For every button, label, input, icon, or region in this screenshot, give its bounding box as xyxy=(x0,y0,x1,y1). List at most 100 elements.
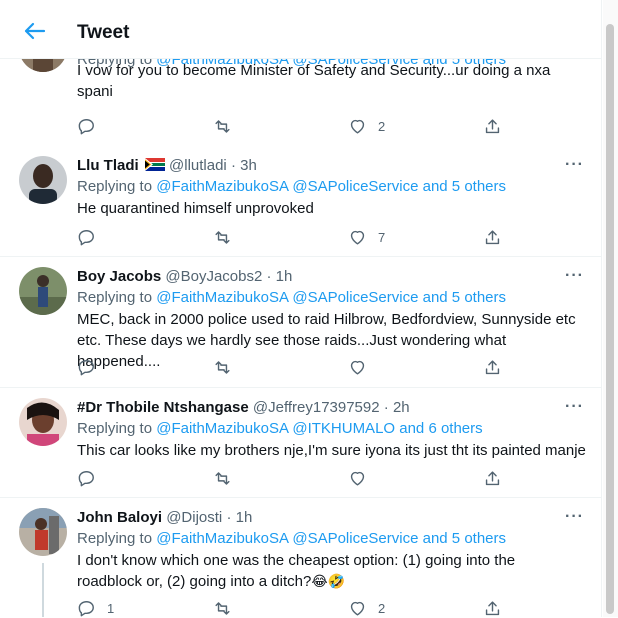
tweet-header: John Baloyi @Dijosti · 1h xyxy=(77,509,252,527)
like-button[interactable] xyxy=(348,357,367,377)
retweet-icon xyxy=(215,601,230,615)
retweet-icon xyxy=(215,360,230,374)
retweet-button[interactable] xyxy=(213,357,232,377)
author-name[interactable]: John Baloyi xyxy=(77,509,162,526)
share-icon xyxy=(485,470,500,485)
tweet-actions: 2 xyxy=(77,116,507,136)
more-options-icon[interactable]: ··· xyxy=(565,156,584,174)
tweet-actions: 7 xyxy=(77,227,507,247)
reply-mentions-link[interactable]: @FaithMazibukoSA @ITKHUMALO and 6 others xyxy=(156,420,482,437)
reply-button[interactable] xyxy=(77,357,96,377)
tweet-item[interactable]: Boy Jacobs @BoyJacobs2 · 1h ··· Replying… xyxy=(0,257,601,388)
tweet-item[interactable]: John Baloyi @Dijosti · 1h ··· Replying t… xyxy=(0,498,601,617)
tweet-text-body: I don't know which one was the cheapest … xyxy=(77,552,516,590)
reply-button[interactable] xyxy=(77,468,96,488)
reply-mentions-link[interactable]: @FaithMazibukoSA @SAPoliceService and 5 … xyxy=(156,289,506,306)
retweet-button[interactable] xyxy=(213,227,232,247)
author-handle[interactable]: @Jeffrey17397592 xyxy=(253,399,380,416)
tweet-text: He quarantined himself unprovoked xyxy=(77,200,314,217)
share-button[interactable] xyxy=(483,598,502,618)
replying-to-label: Replying to xyxy=(77,178,153,195)
like-count: 2 xyxy=(378,118,386,134)
author-name[interactable]: #Dr Thobile Ntshangase xyxy=(77,399,249,416)
reply-button[interactable] xyxy=(77,227,96,247)
tweet-time[interactable]: 1h xyxy=(276,268,293,285)
replying-to-label: Replying to xyxy=(77,420,153,437)
share-button[interactable] xyxy=(483,357,502,377)
heart-icon xyxy=(350,119,365,134)
like-button[interactable]: 2 xyxy=(348,116,385,136)
tweet-actions xyxy=(77,357,507,377)
author-name[interactable]: Llu Tladi xyxy=(77,157,139,174)
avatar[interactable] xyxy=(19,508,67,556)
avatar[interactable] xyxy=(19,267,67,315)
retweet-button[interactable] xyxy=(213,598,232,618)
tweet-actions xyxy=(77,468,507,488)
tweet-actions: 1 2 xyxy=(77,598,507,618)
tweet-text: I vow for you to become Minister of Safe… xyxy=(77,62,551,100)
separator-dot: · xyxy=(230,157,236,174)
reply-icon xyxy=(78,229,94,245)
scrollbar-thumb[interactable] xyxy=(606,24,614,614)
separator-dot: · xyxy=(383,399,389,416)
back-arrow-icon[interactable] xyxy=(22,21,46,41)
replying-to-label: Replying to xyxy=(77,289,153,306)
header-bar: Tweet xyxy=(0,0,601,59)
more-options-icon[interactable]: ··· xyxy=(565,508,584,526)
tweet-time[interactable]: 3h xyxy=(240,157,257,174)
tweet-time[interactable]: 1h xyxy=(236,509,253,526)
like-button[interactable]: 2 xyxy=(348,598,385,618)
reply-icon xyxy=(78,600,94,616)
separator-dot: · xyxy=(226,509,232,526)
more-options-icon[interactable]: ··· xyxy=(565,267,584,285)
thread-connector-line xyxy=(42,563,44,617)
tweet-header: Boy Jacobs @BoyJacobs2 · 1h xyxy=(77,268,292,286)
south-africa-flag-icon xyxy=(144,158,165,171)
share-icon xyxy=(485,359,500,374)
separator-dot: · xyxy=(266,268,272,285)
retweet-button[interactable] xyxy=(213,468,232,488)
tweet-time[interactable]: 2h xyxy=(393,399,410,416)
author-name[interactable]: Boy Jacobs xyxy=(77,268,161,285)
share-button[interactable] xyxy=(483,227,502,247)
share-icon xyxy=(485,600,500,615)
column-divider xyxy=(601,0,602,617)
laughing-emoji-icon: 😂🤣 xyxy=(311,574,346,590)
heart-icon xyxy=(350,360,365,375)
author-handle[interactable]: @llutladi xyxy=(169,157,227,174)
tweet-item[interactable]: Llu Tladi @llutladi · 3h ··· Replying to… xyxy=(0,146,601,257)
tweet-header: Llu Tladi @llutladi · 3h xyxy=(77,157,257,175)
heart-icon xyxy=(350,471,365,486)
reply-icon xyxy=(78,470,94,486)
share-button[interactable] xyxy=(483,468,502,488)
share-icon xyxy=(485,229,500,244)
reply-button[interactable]: 1 xyxy=(77,598,114,618)
heart-icon xyxy=(350,230,365,245)
avatar[interactable] xyxy=(19,156,67,204)
replying-to: Replying to @FaithMazibukoSA @SAPoliceSe… xyxy=(77,289,506,307)
reply-icon xyxy=(78,118,94,134)
replying-to-label: Replying to xyxy=(77,530,153,547)
retweet-icon xyxy=(215,119,230,133)
like-button[interactable] xyxy=(348,468,367,488)
replying-to: Replying to @FaithMazibukoSA @ITKHUMALO … xyxy=(77,420,483,438)
tweet-text: This car looks like my brothers nje,I'm … xyxy=(77,442,586,459)
replying-to: Replying to @FaithMazibukoSA @SAPoliceSe… xyxy=(77,530,506,548)
reply-button[interactable] xyxy=(77,116,96,136)
like-count: 2 xyxy=(378,600,386,616)
author-handle[interactable]: @BoyJacobs2 xyxy=(165,268,262,285)
tweet-item[interactable]: #Dr Thobile Ntshangase @Jeffrey17397592 … xyxy=(0,388,601,498)
retweet-icon xyxy=(215,230,230,244)
author-handle[interactable]: @Dijosti xyxy=(166,509,222,526)
reply-mentions-link[interactable]: @FaithMazibukoSA @SAPoliceService and 5 … xyxy=(156,530,506,547)
share-button[interactable] xyxy=(483,116,502,136)
tweet-text: I don't know which one was the cheapest … xyxy=(77,550,537,593)
avatar[interactable] xyxy=(19,398,67,446)
page-title: Tweet xyxy=(77,22,130,43)
retweet-icon xyxy=(215,471,230,485)
like-button[interactable]: 7 xyxy=(348,227,385,247)
reply-mentions-link[interactable]: @FaithMazibukoSA @SAPoliceService and 5 … xyxy=(156,178,506,195)
retweet-button[interactable] xyxy=(213,116,232,136)
more-options-icon[interactable]: ··· xyxy=(565,398,584,416)
replying-to: Replying to @FaithMazibukoSA @SAPoliceSe… xyxy=(77,178,506,196)
